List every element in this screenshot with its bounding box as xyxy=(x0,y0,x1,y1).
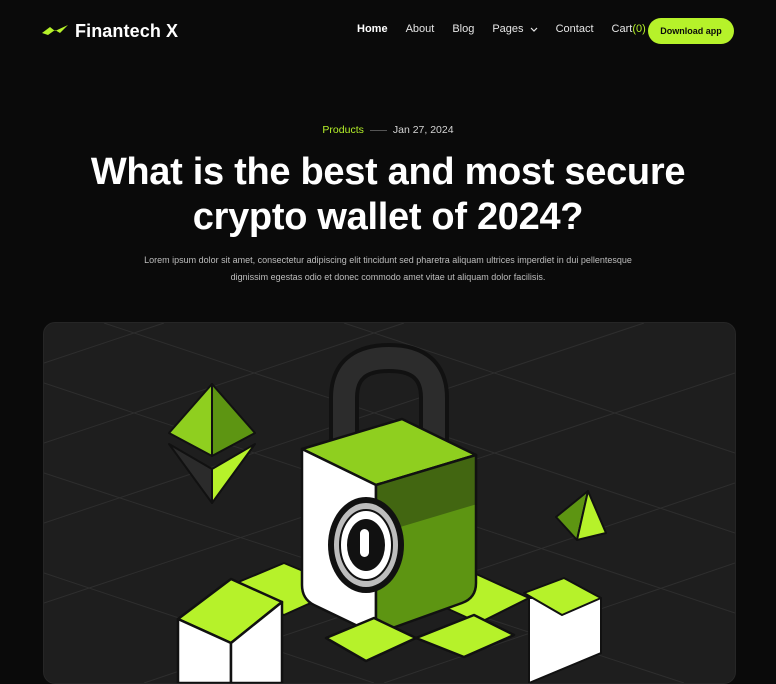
nav-cart[interactable]: Cart(0) xyxy=(612,23,646,35)
padlock-crypto-illustration xyxy=(44,323,735,683)
article-excerpt: Lorem ipsum dolor sit amet, consectetur … xyxy=(144,255,632,282)
cart-label: Cart xyxy=(611,23,633,35)
meta-divider xyxy=(369,129,387,131)
download-app-button[interactable]: Download app xyxy=(648,18,734,44)
brand-logo[interactable]: Finantech X xyxy=(42,18,178,44)
brand-name: Finantech X xyxy=(75,20,179,41)
main-menu: Home About Blog Pages Contact Cart(0) xyxy=(357,23,664,35)
nav-pages-label: Pages xyxy=(492,23,524,35)
top-navbar: Finantech X Home About Blog Pages Contac… xyxy=(0,0,776,62)
article-date: Jan 27, 2024 xyxy=(392,124,454,136)
article-title: What is the best and most secure crypto … xyxy=(90,151,686,238)
article-meta: Products Jan 27, 2024 xyxy=(0,124,776,136)
wing-logo-icon xyxy=(42,25,68,35)
cart-count: (0) xyxy=(632,23,646,35)
chevron-down-icon xyxy=(530,27,538,32)
nav-about[interactable]: About xyxy=(406,23,435,35)
nav-home[interactable]: Home xyxy=(357,23,388,35)
nav-pages[interactable]: Pages xyxy=(492,23,538,35)
article-category[interactable]: Products xyxy=(322,124,363,136)
nav-contact[interactable]: Contact xyxy=(556,23,594,35)
hero-image xyxy=(43,322,736,684)
nav-blog[interactable]: Blog xyxy=(452,23,474,35)
